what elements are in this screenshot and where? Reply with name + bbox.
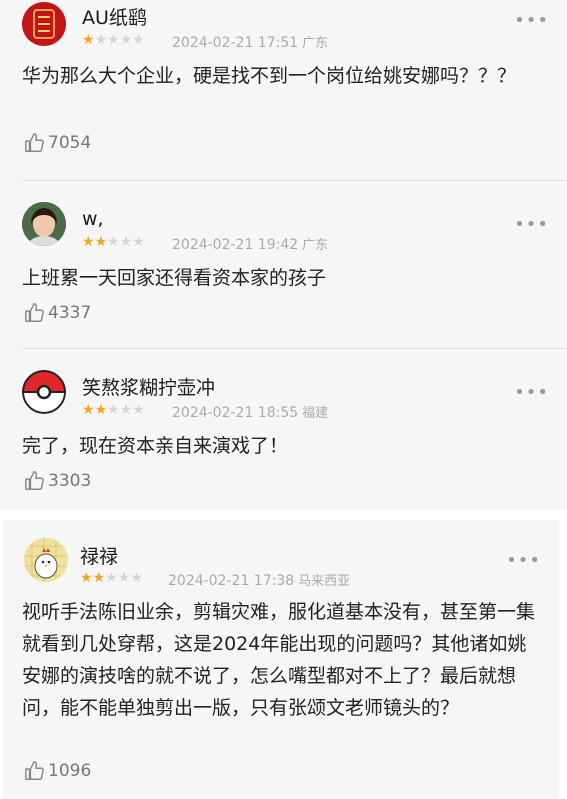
more-options-icon[interactable]: ••• — [514, 382, 549, 403]
star-empty-icon: ★ — [119, 402, 133, 418]
star-empty-icon: ★ — [94, 32, 108, 48]
like-button[interactable]: 4337 — [24, 302, 91, 324]
review-location: 马来西亚 — [298, 574, 351, 589]
reviews-panel-bottom: 禄禄 ••• ★★★★★ 2024-02-21 17:38 马来西亚 视听手法陈旧… — [2, 520, 559, 799]
review-text: 视听手法陈旧业余，剪辑灾难，服化道基本没有，甚至第一集就看到几处穿帮，这是202… — [22, 601, 536, 719]
thumbs-up-icon — [25, 133, 44, 152]
chicken-avatar[interactable] — [24, 538, 68, 582]
more-options-icon[interactable]: ••• — [514, 214, 549, 235]
review-date: 2024-02-21 19:42 — [172, 237, 299, 253]
star-filled-icon: ★ — [94, 234, 108, 250]
review-item: w, ••• ★★★★★ 2024-02-21 19:42 广东 上班累一天回家还… — [0, 202, 567, 342]
divider — [22, 180, 567, 181]
rating-stars: ★★★★★ — [80, 570, 143, 586]
star-empty-icon: ★ — [132, 234, 145, 250]
like-count: 4337 — [48, 303, 92, 323]
username[interactable]: 禄禄 — [80, 542, 118, 569]
review-item: AU纸鹞 ••• ★★★★★ 2024-02-21 17:51 广东 华为那么大个… — [0, 0, 567, 170]
review-meta: 2024-02-21 17:38 马来西亚 — [168, 570, 350, 589]
star-filled-icon: ★ — [92, 570, 106, 586]
star-filled-icon: ★ — [82, 234, 95, 250]
rating-stars: ★★★★★ — [82, 234, 145, 250]
review-text: 华为那么大个企业，硬是找不到一个岗位给姚安娜吗？？？ — [22, 65, 517, 87]
star-empty-icon: ★ — [107, 402, 120, 418]
star-empty-icon: ★ — [107, 32, 120, 48]
like-count: 7054 — [48, 133, 92, 153]
red-seal-avatar[interactable] — [22, 2, 66, 46]
star-empty-icon: ★ — [132, 32, 145, 48]
girl-photo-avatar[interactable] — [22, 202, 66, 246]
more-options-icon[interactable]: ••• — [514, 10, 549, 31]
thumbs-up-icon — [25, 471, 44, 490]
like-button[interactable]: 1096 — [24, 760, 91, 782]
star-empty-icon: ★ — [119, 234, 133, 250]
review-location: 福建 — [302, 406, 329, 421]
review-location: 广东 — [302, 238, 329, 253]
like-count: 3303 — [48, 471, 92, 491]
review-text: 完了，现在资本亲自来演戏了！ — [22, 435, 289, 457]
review-location: 广东 — [302, 36, 329, 51]
rating-stars: ★★★★★ — [82, 32, 145, 48]
star-filled-icon: ★ — [94, 402, 108, 418]
username[interactable]: 笑熬浆糊拧壶冲 — [82, 373, 215, 400]
review-text: 上班累一天回家还得看资本家的孩子 — [22, 267, 327, 289]
like-button[interactable]: 3303 — [24, 470, 91, 492]
thumbs-up-icon — [25, 303, 44, 322]
star-empty-icon: ★ — [130, 570, 143, 586]
like-button[interactable]: 7054 — [24, 132, 91, 154]
divider — [22, 348, 567, 349]
thumbs-up-icon — [25, 761, 44, 780]
more-options-icon[interactable]: ••• — [506, 550, 541, 571]
star-filled-icon: ★ — [82, 32, 95, 48]
star-empty-icon: ★ — [119, 32, 133, 48]
star-empty-icon: ★ — [132, 402, 145, 418]
reviews-panel-top: AU纸鹞 ••• ★★★★★ 2024-02-21 17:51 广东 华为那么大个… — [0, 0, 567, 509]
username[interactable]: w, — [82, 208, 104, 230]
star-empty-icon: ★ — [105, 570, 118, 586]
pokeball-avatar[interactable] — [22, 370, 66, 414]
review-date: 2024-02-21 18:55 — [172, 405, 299, 421]
review-meta: 2024-02-21 19:42 广东 — [172, 234, 328, 253]
review-meta: 2024-02-21 18:55 福建 — [172, 402, 328, 421]
like-count: 1096 — [48, 761, 92, 781]
star-filled-icon: ★ — [80, 570, 93, 586]
rating-stars: ★★★★★ — [82, 402, 145, 418]
review-meta: 2024-02-21 17:51 广东 — [172, 32, 328, 51]
review-date: 2024-02-21 17:38 — [168, 573, 295, 589]
username[interactable]: AU纸鹞 — [82, 3, 147, 30]
star-filled-icon: ★ — [82, 402, 95, 418]
review-item: 禄禄 ••• ★★★★★ 2024-02-21 17:38 马来西亚 视听手法陈旧… — [2, 538, 559, 798]
star-empty-icon: ★ — [117, 570, 131, 586]
review-date: 2024-02-21 17:51 — [172, 35, 299, 51]
star-empty-icon: ★ — [107, 234, 120, 250]
review-item: 笑熬浆糊拧壶冲 ••• ★★★★★ 2024-02-21 18:55 福建 完了，… — [0, 370, 567, 500]
